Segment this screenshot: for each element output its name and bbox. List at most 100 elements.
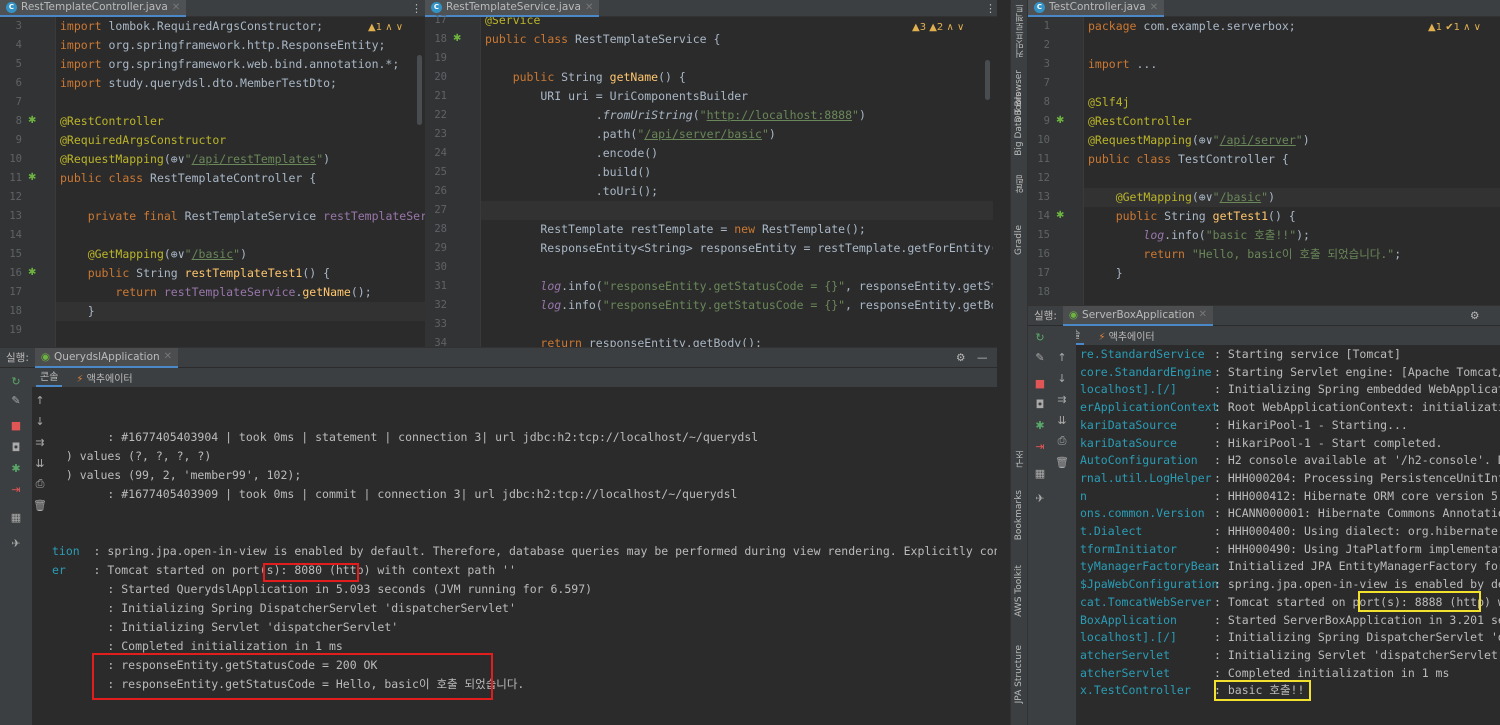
tool-window-4[interactable]: 알림	[1014, 175, 1027, 193]
tool-window-6[interactable]: 구조	[1014, 450, 1027, 468]
console-line: core.StandardEngine: Starting Servlet en…	[1080, 363, 1500, 381]
left-run-toolbar: ↻ ✎ ■ ◘ ✱ ⇥ ▦ ✈ ↑ ↓ ⇉ ⇊ ⎙ 🗑	[0, 368, 47, 725]
tab-rest-template-controller[interactable]: C RestTemplateController.java ✕	[0, 0, 187, 17]
trash-icon[interactable]: 🗑	[33, 498, 47, 512]
line-number: 10	[1037, 134, 1050, 146]
pin-icon[interactable]: ✈	[9, 536, 23, 550]
close-icon[interactable]: ✕	[172, 2, 180, 13]
line-number: 24	[434, 147, 447, 159]
code-line: import ...	[1088, 57, 1158, 71]
console-line: BoxApplication: Started ServerBoxApplica…	[1080, 611, 1500, 629]
console-line: rnal.util.LogHelper: HHH000204: Processi…	[1080, 469, 1500, 487]
console-line: re.StandardService: Starting service [To…	[1080, 345, 1401, 363]
code-line: @RestController	[1088, 114, 1192, 128]
login-icon[interactable]: ⇥	[1033, 439, 1047, 453]
login-icon[interactable]: ⇥	[9, 482, 23, 496]
restore-icon[interactable]: ✱	[9, 461, 23, 475]
close-icon[interactable]: ✕	[164, 351, 172, 362]
log-message: : Initializing Spring DispatcherServlet …	[1214, 630, 1500, 645]
code-line: public String getTest1() {	[1115, 209, 1296, 223]
scrollbar[interactable]	[417, 55, 422, 125]
run-tab-querydsl[interactable]: ◉ QuerydslApplication ✕	[34, 347, 179, 368]
class-icon: C	[1034, 1, 1045, 13]
spring-bean-icon[interactable]: ✱	[28, 115, 41, 128]
print-icon[interactable]: ⎙	[1055, 434, 1069, 448]
logger-name: tformInitiator	[1080, 541, 1177, 556]
scroll-up-icon[interactable]: ↑	[1055, 350, 1069, 364]
layout-icon[interactable]: ▦	[1033, 466, 1047, 480]
tool-window-8[interactable]: AWS Toolkit	[1014, 565, 1024, 617]
line-number: 12	[1037, 172, 1050, 184]
stop-icon[interactable]: ■	[9, 418, 23, 432]
log-message: : Starting service [Tomcat]	[1214, 347, 1401, 361]
tool-window-1[interactable]: 커밋	[1014, 40, 1027, 58]
tool-window-5[interactable]: Gradle	[1014, 225, 1024, 255]
inspection-widget[interactable]: ▲1 ∧ ∨	[368, 22, 403, 33]
close-icon[interactable]: ✕	[585, 2, 593, 13]
rerun-icon[interactable]: ↻	[9, 374, 23, 388]
minimize-icon[interactable]: —	[977, 352, 988, 364]
code-line: private final RestTemplateService restTe…	[87, 209, 425, 223]
scrollbar[interactable]	[985, 60, 990, 100]
wrench-icon[interactable]: ✎	[9, 393, 23, 407]
console-line: t.Dialect: HHH000400: Using dialect: org…	[1080, 522, 1500, 540]
right-editor-code[interactable]: package com.example.serverbox; import ...…	[1084, 17, 1500, 305]
tab-rest-template-service[interactable]: C RestTemplateService.java ✕	[425, 0, 600, 17]
close-icon[interactable]: ✕	[1199, 309, 1207, 320]
inspection-widget[interactable]: ▲3 ▲2 ∧ ∨	[912, 22, 964, 33]
log-message: : Root WebApplicationContext: initializa…	[1214, 400, 1500, 415]
tool-window-9[interactable]: JPA Structure	[1014, 645, 1024, 703]
tab-actuator[interactable]: ⚡ 액추에이터	[1098, 328, 1154, 343]
spring-bean-icon[interactable]: ✱	[1056, 115, 1069, 128]
wrench-icon[interactable]: ✎	[1033, 350, 1047, 364]
scroll-up-icon[interactable]: ↑	[33, 393, 47, 407]
stop-icon[interactable]: ■	[1033, 376, 1047, 390]
layout-icon[interactable]: ▦	[9, 510, 23, 524]
right-run-header: 실행: ◉ ServerBoxApplication ✕ ⚙	[1028, 305, 1500, 326]
camera-icon[interactable]: ◘	[1033, 397, 1047, 411]
code-line: @RequestMapping(⊕∨"/api/restTemplates")	[60, 152, 331, 166]
scroll-down-icon[interactable]: ↓	[1055, 371, 1069, 385]
run-tab-serverbox[interactable]: ◉ ServerBoxApplication ✕	[1062, 305, 1214, 326]
mid-editor-code[interactable]: @Service public class RestTemplateService…	[481, 17, 993, 347]
mid-editor-gutter: 1718✱19202122232425262728293031323334353…	[425, 14, 481, 387]
scroll-down-icon[interactable]: ↓	[33, 414, 47, 428]
settings-icon[interactable]: ⚙	[1470, 310, 1479, 322]
spring-bean-icon[interactable]: ✱	[453, 33, 466, 46]
print-icon[interactable]: ⎙	[33, 477, 47, 491]
actuator-label: 액추에이터	[86, 374, 133, 385]
log-message: : Completed initialization in 1 ms	[1214, 665, 1450, 680]
right-console-output[interactable]: re.StandardService: Starting service [To…	[1080, 345, 1500, 725]
trash-icon[interactable]: 🗑	[1055, 455, 1069, 469]
left-editor-code[interactable]: import lombok.RequiredArgsConstructor; im…	[56, 17, 425, 347]
more-icon[interactable]: ⋮	[985, 2, 996, 15]
inspection-widget[interactable]: ▲1 ✔1 ∧ ∨	[1428, 22, 1481, 33]
close-icon[interactable]: ✕	[1150, 2, 1158, 13]
spring-bean-icon[interactable]: ✱	[1056, 210, 1069, 223]
tool-window-0[interactable]: 프로젝트	[1014, 4, 1027, 40]
pin-icon[interactable]: ✈	[1033, 491, 1047, 505]
camera-icon[interactable]: ◘	[9, 440, 23, 454]
tool-window-3[interactable]: Big Data Tools	[1014, 92, 1024, 156]
scroll-end-icon[interactable]: ⇊	[1055, 413, 1069, 427]
line-number: 19	[9, 324, 22, 336]
tool-window-7[interactable]: Bookmarks	[1014, 490, 1024, 540]
soft-wrap-icon[interactable]: ⇉	[33, 435, 47, 449]
console-line: localhost].[/]: Initializing Spring Disp…	[1080, 628, 1500, 646]
logger-name: localhost].[/]	[1080, 382, 1177, 397]
spring-bean-icon[interactable]: ✱	[28, 267, 41, 280]
more-icon[interactable]: ⋮	[411, 2, 422, 15]
settings-icon[interactable]: ⚙	[956, 352, 965, 364]
tab-actuator[interactable]: ⚡ 액추에이터	[76, 370, 132, 385]
restore-icon[interactable]: ✱	[1033, 418, 1047, 432]
tab-test-controller[interactable]: C TestController.java ✕	[1028, 0, 1165, 17]
scroll-end-icon[interactable]: ⇊	[33, 456, 47, 470]
rerun-icon[interactable]: ↻	[1033, 330, 1047, 344]
tab-console[interactable]: 콘솔	[36, 368, 63, 387]
line-number: 14	[9, 229, 22, 241]
spring-bean-icon[interactable]: ✱	[28, 172, 41, 185]
soft-wrap-icon[interactable]: ⇉	[1055, 392, 1069, 406]
